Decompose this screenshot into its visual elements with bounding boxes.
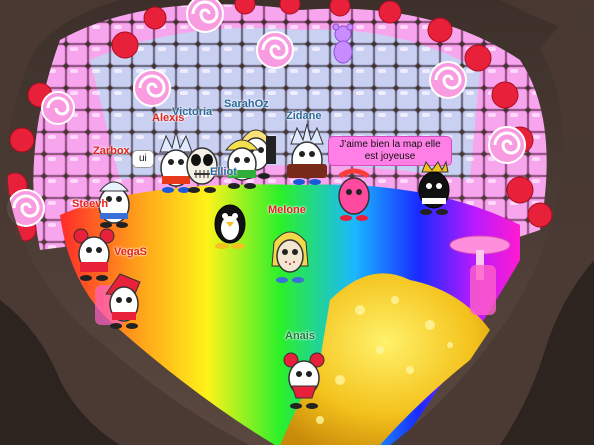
avatar-green-blonde (224, 139, 260, 189)
avatar-dark-crown (418, 160, 450, 215)
player-name-elliot: Elliot (210, 166, 237, 178)
game-scene[interactable]: Zarbox Alexis ui Victoria SarahOz Zidane… (0, 0, 594, 445)
player-dark[interactable] (410, 158, 458, 222)
player-name-zarbox: Zarbox (93, 145, 130, 157)
player-zidane[interactable] (283, 122, 331, 186)
avatar-hockey-mask (271, 231, 309, 283)
player-melone[interactable] (266, 222, 314, 286)
player-elliot[interactable] (218, 126, 266, 190)
chat-bubble-alexis: ui (132, 150, 154, 168)
avatar-pink (338, 168, 370, 221)
player-anais[interactable] (280, 348, 328, 412)
player-name-vegas: VegaS (114, 246, 148, 258)
player-pink[interactable] (330, 164, 378, 228)
player-name-melone: Melone (268, 204, 306, 216)
avatar-red-buns (283, 352, 325, 409)
player-name-anais: Anais (285, 330, 315, 342)
player-name-sarahoz: SarahOz (224, 98, 269, 110)
player-name-steevh: Steevh (72, 198, 109, 210)
player-name-victoria: Victoria (172, 106, 213, 118)
player-name-zidane: Zidane (286, 110, 322, 122)
avatar-red-hair (105, 273, 141, 329)
player-penguin[interactable] (206, 192, 254, 256)
player-vegas[interactable] (100, 268, 148, 332)
avatar-penguin (214, 204, 246, 249)
avatar-white-spiky-zidane (287, 123, 327, 185)
